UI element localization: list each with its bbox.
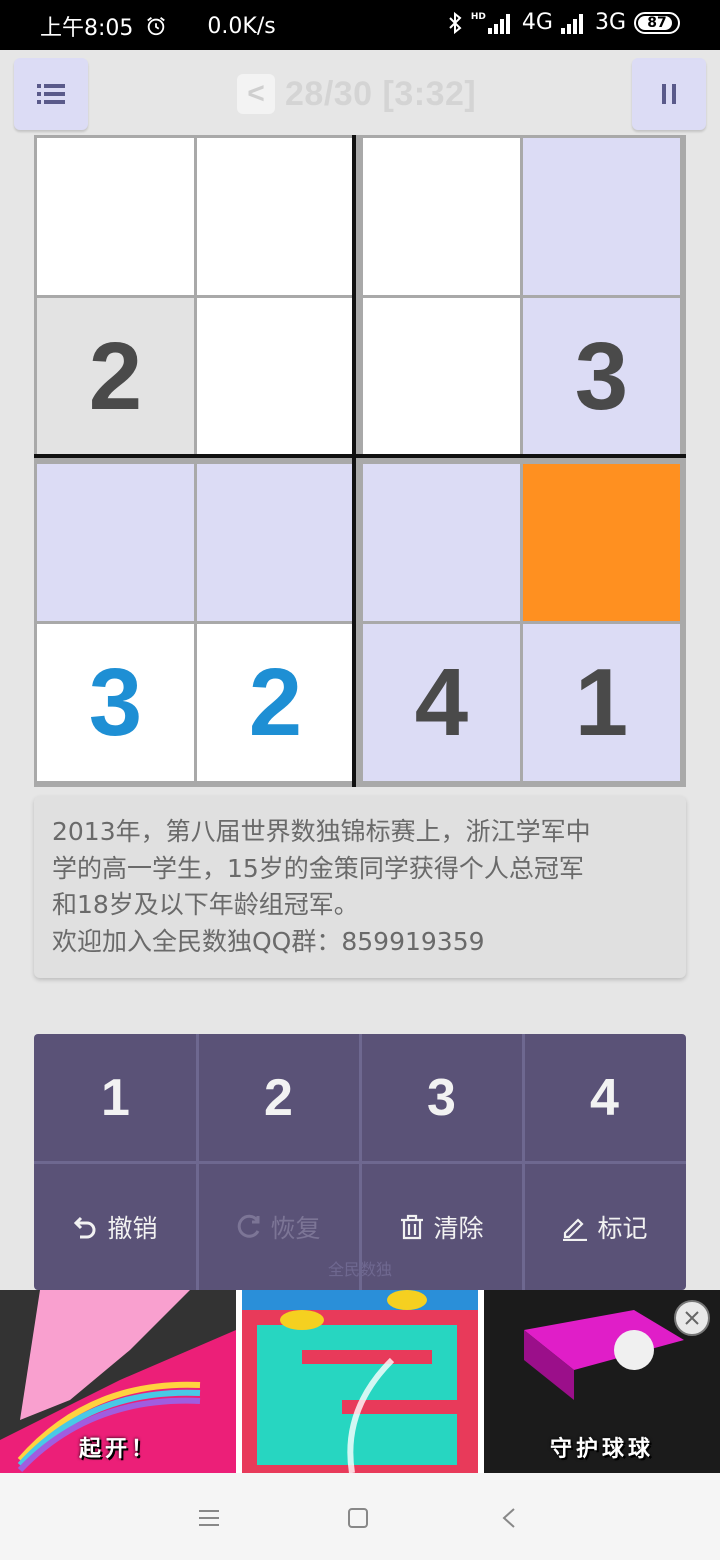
menu-button[interactable] xyxy=(14,58,88,130)
status-bar: 上午8:05 0.0K/s HD 4G 3G 87 xyxy=(0,0,720,50)
sudoku-cell[interactable]: 2 xyxy=(37,298,194,455)
number-key-3[interactable]: 3 xyxy=(360,1034,523,1161)
keypad-divider xyxy=(522,1034,525,1290)
clear-label: 清除 xyxy=(433,1214,484,1243)
sudoku-cell[interactable]: 4 xyxy=(363,624,520,781)
mark-label: 标记 xyxy=(597,1214,648,1243)
tip-line: 和18岁及以下年龄组冠军。 xyxy=(52,890,359,919)
nav-home-icon xyxy=(348,1508,368,1528)
sudoku-cell[interactable]: 3 xyxy=(37,624,194,781)
sudoku-cell[interactable] xyxy=(363,138,520,295)
nav-back-icon xyxy=(502,1508,515,1528)
app-watermark: 全民数独 xyxy=(327,1260,392,1279)
network-3g: 3G xyxy=(594,10,626,35)
bluetooth-icon xyxy=(449,11,462,34)
ad-close-button[interactable] xyxy=(674,1300,710,1336)
sudoku-cell[interactable] xyxy=(363,464,520,621)
tip-line: 2013年，第八届世界数独锦标赛上，浙江学军中 xyxy=(52,817,591,846)
sudoku-cell[interactable] xyxy=(197,298,354,455)
status-left: 上午8:05 0.0K/s xyxy=(40,10,276,42)
app-header: < 28/30 [3:32] xyxy=(0,50,720,140)
nav-back-button[interactable] xyxy=(492,1501,526,1535)
sudoku-cell[interactable] xyxy=(523,138,680,295)
sudoku-cell[interactable] xyxy=(37,138,194,295)
trash-icon xyxy=(401,1214,424,1240)
number-key-1[interactable]: 1 xyxy=(34,1034,197,1161)
hd-badge: HD xyxy=(470,11,486,22)
box-divider-vertical xyxy=(352,135,356,787)
tip-box: 2013年，第八届世界数独锦标赛上，浙江学军中 学的高一学生，15岁的金策同学获… xyxy=(34,796,686,978)
sudoku-cell[interactable] xyxy=(37,464,194,621)
sudoku-cell[interactable] xyxy=(197,464,354,621)
back-icon: < xyxy=(247,77,265,110)
sudoku-cell[interactable]: 2 xyxy=(197,624,354,781)
ad-tile-1[interactable]: 起开！ xyxy=(0,1290,236,1473)
battery-level: 87 xyxy=(647,14,667,31)
sudoku-cell[interactable]: 1 xyxy=(523,624,680,781)
redo-icon xyxy=(238,1214,260,1238)
ad-caption: 守护球球 xyxy=(549,1437,654,1462)
back-button[interactable]: < xyxy=(237,74,275,114)
pause-button[interactable] xyxy=(632,58,706,130)
battery-icon: 87 xyxy=(634,11,680,34)
number-key-4[interactable]: 4 xyxy=(523,1034,686,1161)
network-4g: 4G xyxy=(521,10,553,35)
signal-icon xyxy=(487,13,510,34)
status-time: 上午8:05 xyxy=(40,16,134,41)
ad-tile-2[interactable] xyxy=(242,1290,478,1473)
sudoku-board: 233241 xyxy=(34,135,686,787)
redo-label: 恢复 xyxy=(270,1214,321,1243)
ad-caption: 起开！ xyxy=(78,1437,157,1462)
alarm-icon xyxy=(147,17,166,36)
net-speed: 0.0K/s xyxy=(207,13,276,39)
page-title: 28/30 [3:32] xyxy=(285,74,477,113)
keypad-divider xyxy=(196,1034,199,1290)
ad-image-2 xyxy=(242,1290,478,1473)
undo-label: 撤销 xyxy=(107,1214,158,1243)
sudoku-cell[interactable] xyxy=(197,138,354,295)
tip-line: 欢迎加入全民数独QQ群：859919359 xyxy=(52,926,485,956)
sudoku-cell[interactable] xyxy=(363,298,520,455)
nav-menu-icon xyxy=(199,1510,219,1526)
nav-home-button[interactable] xyxy=(341,1501,375,1535)
sudoku-cell[interactable]: 3 xyxy=(523,298,680,455)
undo-icon xyxy=(74,1216,96,1239)
sudoku-cell[interactable] xyxy=(523,464,680,621)
nav-menu-button[interactable] xyxy=(192,1501,226,1535)
keypad: 1 2 3 4 撤销 恢复 清除 标记 全民数独 xyxy=(34,1034,686,1290)
close-icon xyxy=(685,1311,699,1325)
tip-line: 学的高一学生，15岁的金策同学获得个人总冠军 xyxy=(52,853,584,883)
signal-icon xyxy=(560,13,583,34)
pause-icon xyxy=(662,84,676,104)
ad-banner[interactable]: 起开！ 守护球球 xyxy=(0,1290,720,1473)
keypad-divider xyxy=(359,1034,362,1290)
box-divider-horizontal xyxy=(34,454,686,458)
menu-icon xyxy=(37,84,65,104)
number-key-2[interactable]: 2 xyxy=(197,1034,360,1161)
system-nav-bar xyxy=(0,1473,720,1560)
status-right: HD 4G 3G 87 xyxy=(447,10,680,35)
pencil-icon xyxy=(563,1218,588,1241)
title-area: < 28/30 [3:32] xyxy=(237,74,476,114)
